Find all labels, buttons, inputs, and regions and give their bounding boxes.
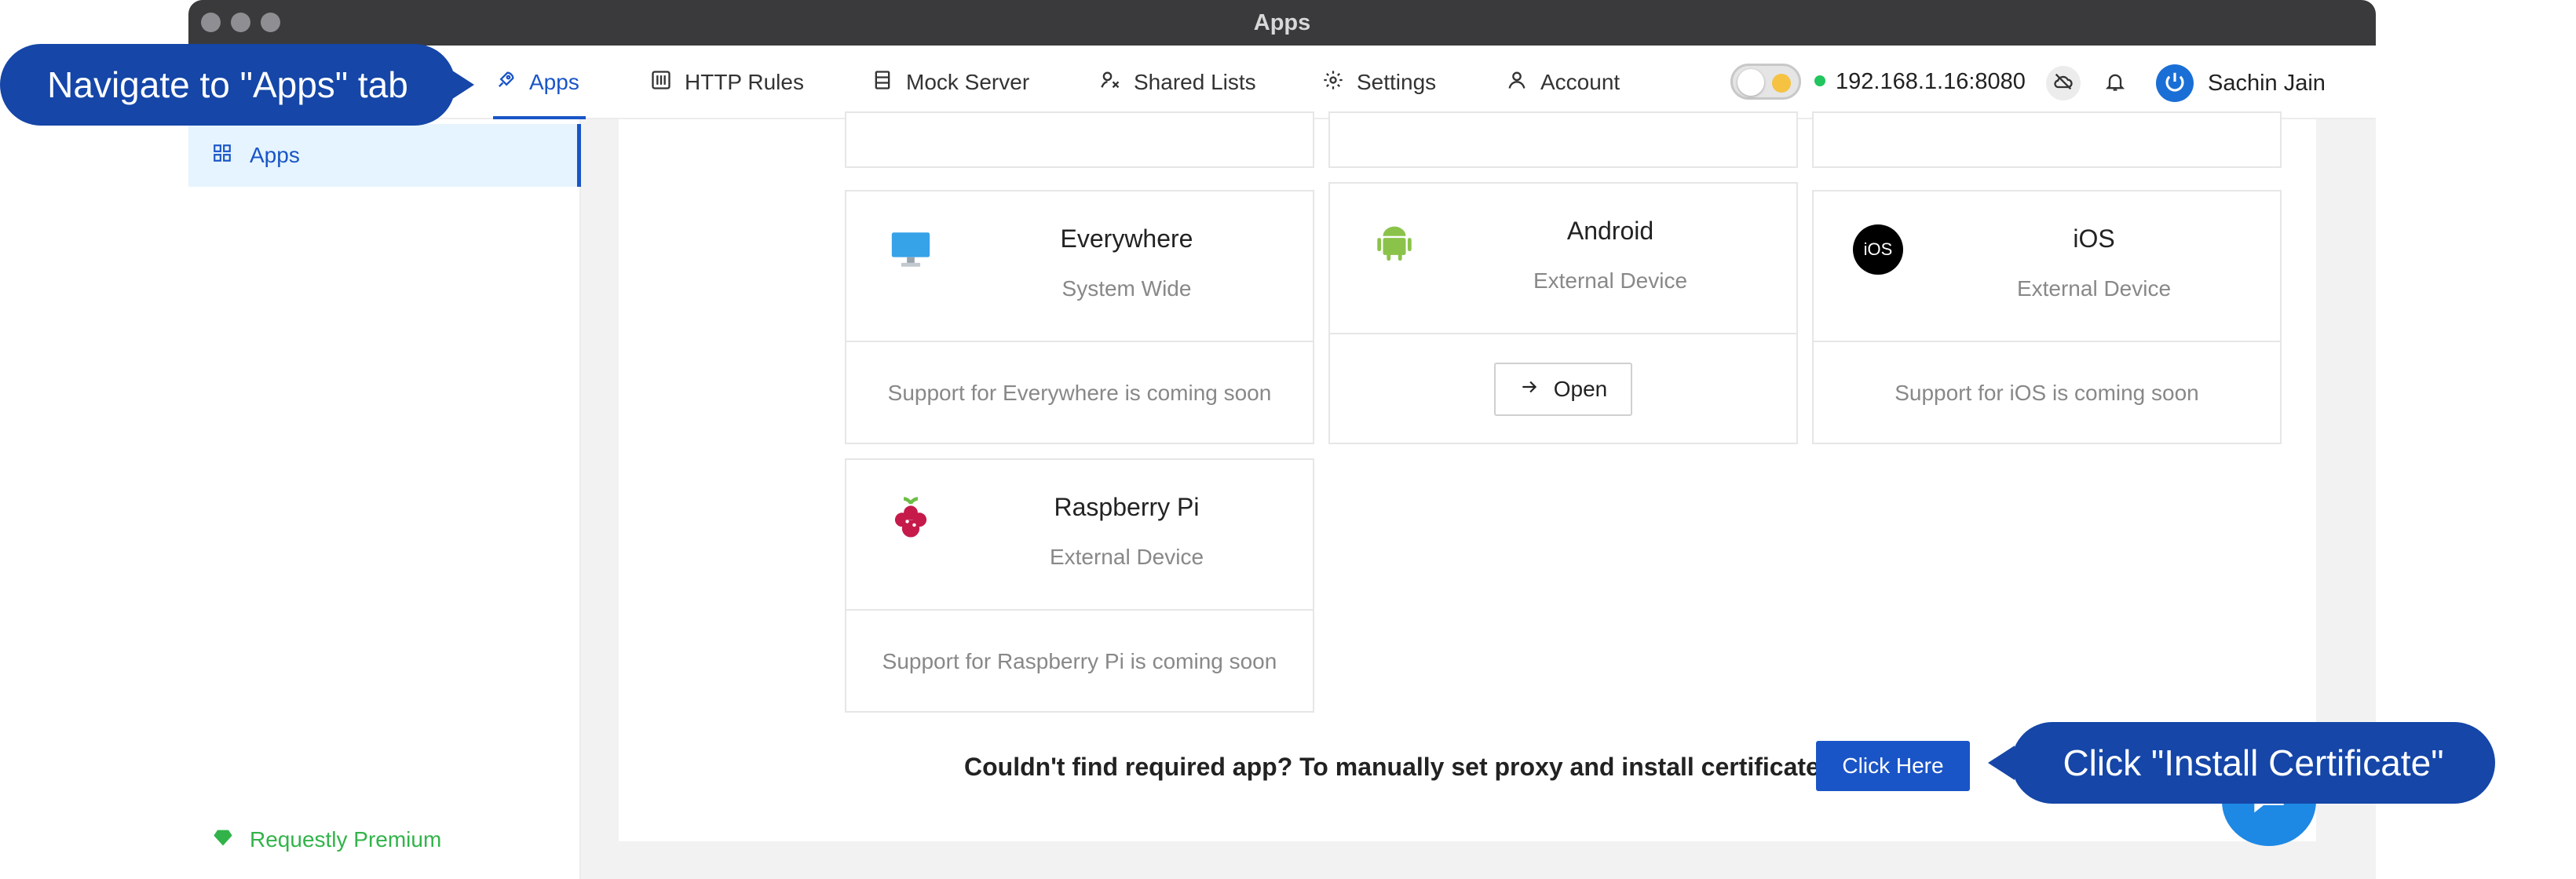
- tab-shared-lists[interactable]: Shared Lists: [1099, 46, 1256, 119]
- card-partial: [845, 111, 1314, 168]
- callout-pointer: [1988, 746, 2015, 780]
- open-android-button[interactable]: Open: [1493, 363, 1633, 416]
- manual-setup-prompt: Couldn't find required app? To manually …: [964, 753, 1820, 781]
- card-footer-text: Support for iOS is coming soon: [1895, 381, 2199, 405]
- click-here-button[interactable]: Click Here: [1816, 741, 1970, 791]
- tab-settings[interactable]: Settings: [1322, 46, 1436, 119]
- sidebar-item-apps[interactable]: Apps: [188, 124, 581, 187]
- rocket-icon: [495, 69, 517, 97]
- notifications-button[interactable]: [2099, 67, 2131, 99]
- title-bar: Apps: [188, 0, 2376, 46]
- app-card-raspberry-pi: Raspberry Pi External Device Support for…: [845, 458, 1314, 713]
- user-icon: [1506, 69, 1528, 97]
- tab-shared-lists-label: Shared Lists: [1134, 70, 1256, 94]
- proxy-address: 192.168.1.16:8080: [1836, 69, 2026, 94]
- diamond-icon: [212, 826, 234, 854]
- premium-label: Requestly Premium: [250, 827, 442, 852]
- card-header: iOS iOS External Device: [1814, 191, 2280, 342]
- server-icon: [871, 69, 893, 97]
- callout-install-certificate: Click "Install Certificate": [2011, 722, 2495, 804]
- tab-account[interactable]: Account: [1506, 46, 1620, 119]
- app-card-everywhere: Everywhere System Wide Support for Every…: [845, 190, 1314, 444]
- sidebar: Apps Requestly Premium: [188, 119, 581, 879]
- card-partial: [1812, 111, 2282, 168]
- card-footer: Open: [1330, 334, 1796, 444]
- gear-icon: [1322, 69, 1344, 97]
- tab-http-rules-label: HTTP Rules: [685, 70, 804, 94]
- emoji-icon: [1772, 74, 1791, 93]
- tab-settings-label: Settings: [1357, 70, 1437, 94]
- card-title: Raspberry Pi: [1054, 493, 1200, 521]
- tab-account-label: Account: [1540, 70, 1621, 94]
- card-title: iOS: [2073, 224, 2115, 253]
- tab-mock-server-label: Mock Server: [906, 70, 1030, 94]
- proxy-toggle[interactable]: [1730, 64, 1801, 100]
- tab-http-rules[interactable]: HTTP Rules: [650, 46, 804, 119]
- shared-lists-icon: [1099, 69, 1121, 97]
- app-card-ios: iOS iOS External Device Support for iOS …: [1812, 190, 2282, 444]
- card-subtitle: External Device: [1533, 268, 1688, 293]
- bell-icon: [2104, 71, 2126, 97]
- callout-navigate: Navigate to "Apps" tab: [0, 44, 455, 126]
- card-subtitle: System Wide: [1061, 276, 1192, 301]
- premium-link[interactable]: Requestly Premium: [212, 822, 441, 857]
- app-card-android: Android External Device Open: [1328, 182, 1798, 444]
- status-dot: [1814, 75, 1825, 86]
- card-title: Everywhere: [1060, 224, 1193, 253]
- card-subtitle: External Device: [2016, 276, 2172, 301]
- card-header: Android External Device: [1330, 184, 1796, 334]
- sidebar-item-label: Apps: [250, 143, 300, 167]
- card-footer-text: Support for Everywhere is coming soon: [887, 381, 1272, 405]
- arrow-right-icon: [1519, 377, 1540, 403]
- card-header: Raspberry Pi External Device: [846, 460, 1313, 611]
- card-header: Everywhere System Wide: [846, 191, 1313, 342]
- card-title: Android: [1566, 217, 1654, 245]
- cloud-sync-button[interactable]: [2046, 66, 2081, 100]
- card-footer-text: Support for Raspberry Pi is coming soon: [882, 649, 1277, 673]
- tab-apps[interactable]: Apps: [495, 46, 579, 119]
- window-title: Apps: [1253, 10, 1311, 35]
- open-button-label: Open: [1553, 377, 1608, 401]
- sliders-icon: [650, 69, 672, 97]
- tab-mock-server[interactable]: Mock Server: [871, 46, 1029, 119]
- user-name[interactable]: Sachin Jain: [2208, 66, 2326, 100]
- grid-icon: [212, 143, 232, 169]
- tab-apps-label: Apps: [529, 70, 579, 94]
- card-subtitle: External Device: [1049, 545, 1204, 569]
- toggle-knob: [1737, 69, 1764, 96]
- avatar[interactable]: [2156, 64, 2194, 102]
- card-partial: [1328, 111, 1798, 168]
- cloud-off-icon: [2052, 71, 2074, 97]
- callout-pointer: [448, 67, 474, 102]
- power-icon: [2163, 70, 2187, 97]
